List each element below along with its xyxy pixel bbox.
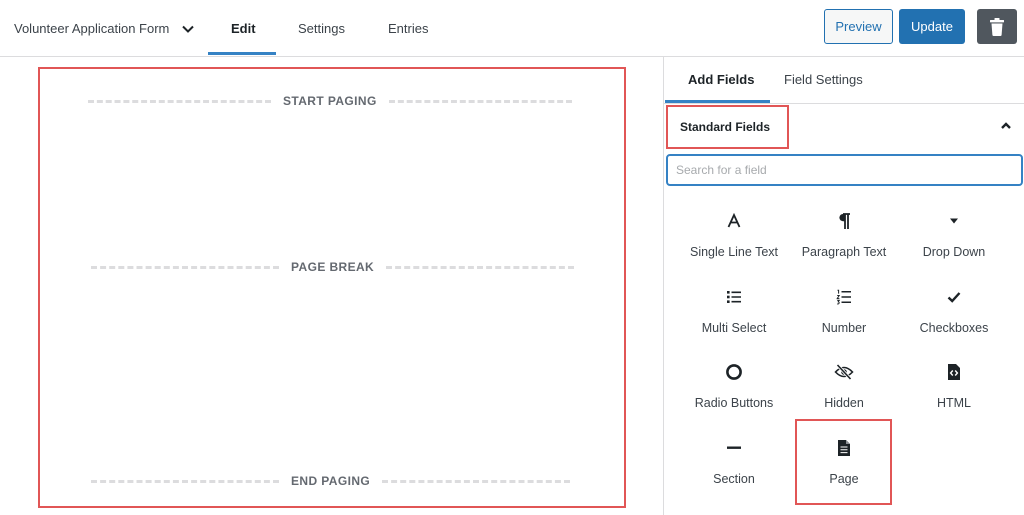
update-button[interactable]: Update (899, 9, 965, 44)
page-break-label: PAGE BREAK (291, 260, 375, 274)
form-title-dropdown[interactable]: Volunteer Application Form (14, 21, 195, 36)
code-file-icon (948, 364, 960, 380)
end-paging-divider[interactable]: END PAGING (91, 474, 571, 488)
tab-add-fields[interactable]: Add Fields (688, 72, 754, 87)
form-title: Volunteer Application Form (14, 21, 170, 36)
chevron-up-icon[interactable] (999, 119, 1013, 133)
checkmark-icon (947, 292, 961, 303)
field-label: Hidden (824, 396, 864, 410)
start-paging-divider[interactable]: START PAGING (88, 94, 572, 108)
field-single-line-text[interactable]: Single Line Text (679, 203, 789, 273)
field-drop-down[interactable]: Drop Down (899, 203, 1009, 273)
start-paging-label: START PAGING (283, 94, 377, 108)
ordered-list-icon (836, 289, 851, 305)
list-icon (727, 291, 741, 303)
field-section[interactable]: Section (679, 430, 789, 500)
tab-field-settings[interactable]: Field Settings (784, 72, 863, 87)
standard-fields-highlight (666, 105, 789, 149)
field-label: Single Line Text (689, 245, 779, 259)
radio-circle-icon (726, 364, 742, 380)
field-html[interactable]: HTML (899, 354, 1009, 424)
active-tab-indicator (208, 52, 276, 55)
dashed-line (388, 99, 572, 103)
preview-button[interactable]: Preview (824, 9, 893, 44)
field-label: Drop Down (922, 245, 986, 259)
top-bar: Volunteer Application Form Edit Settings… (0, 0, 1024, 57)
text-a-icon (727, 213, 741, 228)
field-label: Radio Buttons (694, 396, 774, 410)
dashed-line (88, 99, 271, 103)
field-paragraph-text[interactable]: Paragraph Text (789, 203, 899, 273)
minus-icon (727, 446, 741, 449)
dashed-line (382, 479, 571, 483)
field-radio-buttons[interactable]: Radio Buttons (679, 354, 789, 424)
field-search-input[interactable] (666, 154, 1023, 186)
field-hidden[interactable]: Hidden (789, 354, 899, 424)
delete-button[interactable] (977, 9, 1017, 44)
eye-slash-icon (834, 364, 854, 380)
tab-entries[interactable]: Entries (388, 21, 428, 36)
tab-edit[interactable]: Edit (231, 21, 256, 36)
field-multi-select[interactable]: Multi Select (679, 279, 789, 349)
field-label: Number (821, 321, 867, 335)
field-label: Checkboxes (919, 321, 989, 335)
field-label: Multi Select (701, 321, 767, 335)
chevron-down-icon (182, 25, 195, 33)
page-field-highlight (795, 419, 892, 505)
tab-settings[interactable]: Settings (298, 21, 345, 36)
form-canvas-highlight (38, 67, 626, 508)
field-label: HTML (936, 396, 972, 410)
trash-icon (990, 17, 1004, 36)
dashed-line (386, 265, 575, 269)
field-label: Paragraph Text (801, 245, 887, 259)
panel-divider (664, 103, 1024, 104)
pilcrow-icon (839, 213, 850, 229)
end-paging-label: END PAGING (291, 474, 371, 488)
field-checkboxes[interactable]: Checkboxes (899, 279, 1009, 349)
field-label: Section (713, 472, 755, 486)
dashed-line (91, 265, 279, 269)
caret-down-icon (950, 218, 958, 224)
field-number[interactable]: Number (789, 279, 899, 349)
page-break-divider[interactable]: PAGE BREAK (91, 260, 575, 274)
dashed-line (91, 479, 279, 483)
